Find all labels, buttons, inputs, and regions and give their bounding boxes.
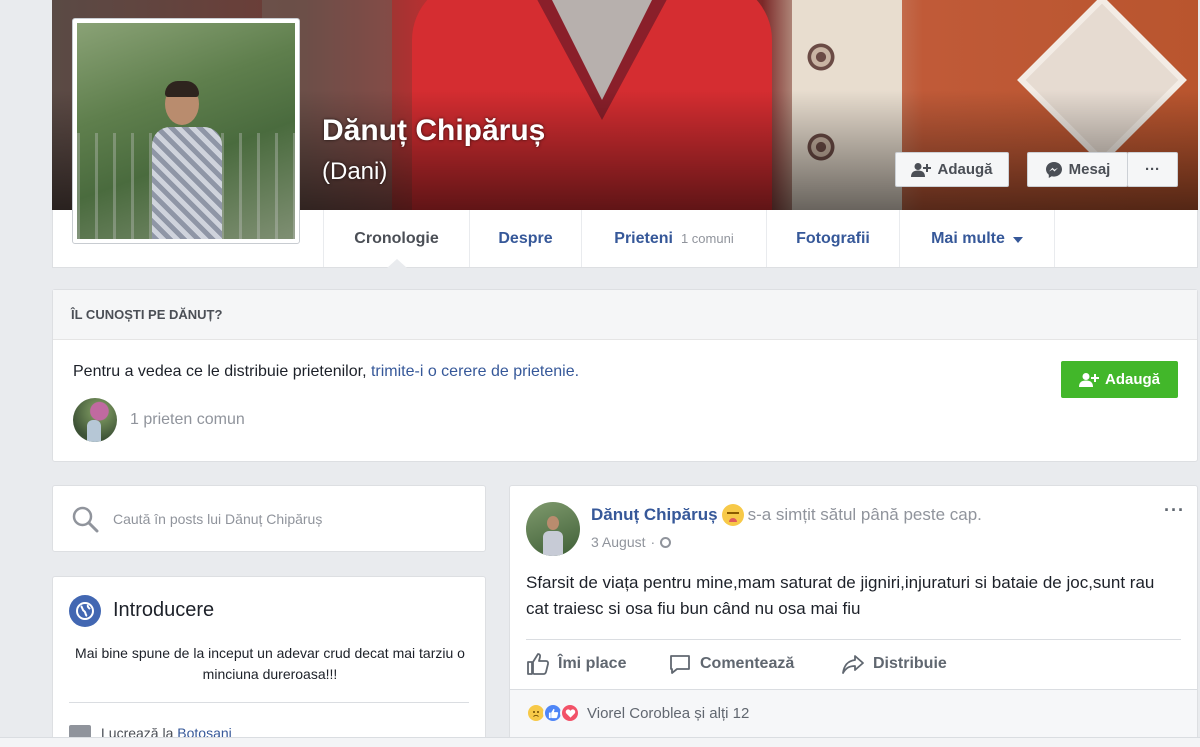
mutual-friends-link[interactable]: 1 prieten comun [130, 411, 245, 429]
bottom-strip [0, 737, 1200, 747]
search-input[interactable]: Caută în posts lui Dănuț Chipăruș [113, 511, 322, 527]
profile-picture-image [77, 23, 295, 239]
messenger-icon [1045, 161, 1062, 178]
message-button[interactable]: Mesaj [1027, 152, 1128, 187]
tab-photos[interactable]: Fotografii [766, 210, 899, 267]
like-button[interactable]: Îmi place [526, 651, 626, 677]
like-label: Îmi place [558, 655, 627, 672]
comment-icon [670, 655, 690, 674]
friend-request-card: ÎL CUNOȘTI PE DĂNUȚ? Pentru a vedea ce l… [52, 289, 1198, 462]
add-friend-icon [1078, 372, 1099, 387]
profile-picture[interactable] [72, 18, 300, 244]
post-text: Sfarsit de viața pentru mine,mam saturat… [526, 573, 1155, 618]
cover-shirt [547, 0, 657, 100]
post-card: Dănuț Chipăruș s-a simțit sătul până pes… [509, 485, 1198, 747]
tab-timeline-label: Cronologie [354, 229, 439, 247]
love-reaction-icon [560, 703, 580, 723]
reactions-summary[interactable]: Viorel Coroblea și alți 12 [526, 703, 749, 723]
share-button[interactable]: Distribuie [841, 651, 947, 677]
more-options-button[interactable]: ··· [1127, 152, 1178, 187]
intro-card: Introducere Mai bine spune de la inceput… [52, 576, 486, 747]
search-icon [72, 506, 99, 532]
send-friend-request-link[interactable]: trimite-i o cerere de prietenie. [371, 363, 579, 380]
post-header: Dănuț Chipăruș s-a simțit sătul până pes… [591, 504, 982, 526]
add-friend-green-label: Adaugă [1104, 371, 1160, 388]
more-dots-icon: ··· [1145, 161, 1160, 178]
globe-icon [69, 595, 101, 627]
message-label: Mesaj [1068, 161, 1111, 178]
tab-timeline[interactable]: Cronologie [323, 210, 469, 268]
share-label: Distribuie [873, 655, 947, 672]
add-friend-green-button[interactable]: Adaugă [1061, 361, 1178, 398]
avatar-body [152, 127, 222, 239]
chevron-down-icon [1012, 236, 1023, 243]
post-feeling: s-a simțit sătul până peste cap. [747, 505, 982, 524]
profile-name[interactable]: Dănuț Chipăruș [322, 114, 545, 148]
avatar-hair [165, 81, 199, 97]
tab-more[interactable]: Mai multe [899, 210, 1055, 267]
like-icon [527, 653, 550, 675]
feeling-emoji-icon [721, 504, 744, 526]
intro-bio: Mai bine spune de la inceput un adevar c… [75, 645, 465, 682]
privacy-globe-icon[interactable] [660, 536, 672, 548]
mutual-friend-avatar[interactable] [73, 398, 117, 442]
post-options-button[interactable]: ··· [1164, 500, 1185, 521]
post-author-avatar[interactable] [526, 502, 580, 556]
meta-separator: · [650, 534, 656, 550]
tab-friends-count: 1 comuni [680, 231, 734, 246]
tab-photos-label: Fotografii [796, 229, 870, 247]
search-posts-box[interactable]: Caută în posts lui Dănuț Chipăruș [52, 485, 486, 552]
tab-friends-label: Prieteni [614, 229, 673, 247]
post-date-link[interactable]: 3 August [591, 534, 646, 550]
post-meta: 3 August · [591, 534, 672, 550]
add-friend-icon [911, 162, 932, 177]
add-friend-button[interactable]: Adaugă [895, 152, 1009, 187]
post-author-link[interactable]: Dănuț Chipăruș [591, 505, 718, 525]
share-icon [842, 655, 864, 674]
intro-divider [69, 702, 469, 703]
intro-title: Introducere [113, 599, 215, 621]
comment-button[interactable]: Comentează [668, 651, 794, 677]
reactions-text[interactable]: Viorel Coroblea și alți 12 [587, 705, 749, 722]
tab-about[interactable]: Despre [469, 210, 581, 267]
tab-more-label: Mai multe [931, 229, 1005, 247]
friend-request-prefix: Pentru a vedea ce le distribuie prieteni… [73, 363, 371, 380]
add-friend-label: Adaugă [937, 161, 993, 178]
friend-request-text: Pentru a vedea ce le distribuie prieteni… [73, 363, 579, 381]
tab-friends[interactable]: Prieteni 1 comuni [581, 210, 766, 267]
profile-nickname: (Dani) [322, 158, 388, 185]
tab-about-label: Despre [498, 229, 553, 247]
post-divider [526, 639, 1181, 640]
friend-request-heading: ÎL CUNOȘTI PE DĂNUȚ? [53, 290, 1197, 340]
comment-label: Comentează [700, 655, 795, 672]
cover-flower [804, 40, 838, 74]
